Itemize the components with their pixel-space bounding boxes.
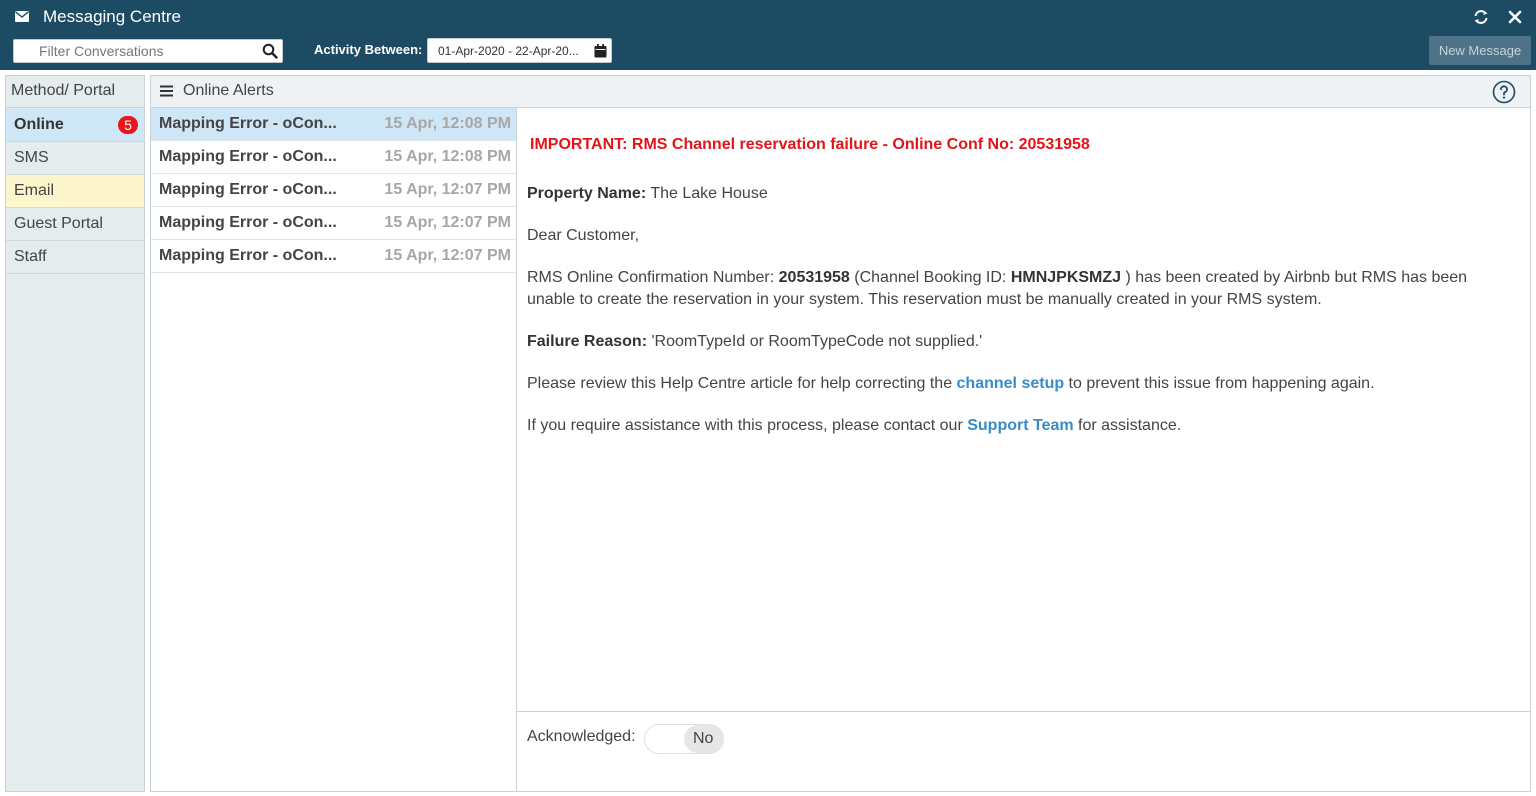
paragraph-text: Please review this Help Centre article f…	[527, 375, 957, 392]
sidebar-item-label: Online	[14, 116, 64, 133]
help-centre-paragraph: Please review this Help Centre article f…	[527, 373, 1517, 395]
envelope-icon	[15, 11, 29, 22]
acknowledged-label: Acknowledged:	[527, 728, 636, 745]
conversation-time: 15 Apr, 12:07 PM	[384, 214, 511, 231]
online-alerts-header: Online Alerts	[151, 76, 1530, 108]
conversation-time: 15 Apr, 12:07 PM	[384, 181, 511, 198]
property-name-line: Property Name: The Lake House	[527, 183, 1517, 205]
method-portal-header: Method/ Portal	[6, 76, 144, 108]
date-range-picker[interactable]: 01-Apr-2020 - 22-Apr-20...	[427, 38, 612, 63]
conversation-subject: Mapping Error - oCon...	[159, 214, 337, 231]
date-range-value: 01-Apr-2020 - 22-Apr-20...	[438, 44, 579, 58]
online-alerts-panel: Online Alerts Mapping Error - oCon... 15…	[150, 75, 1531, 792]
search-icon[interactable]	[262, 43, 278, 59]
support-paragraph: If you require assistance with this proc…	[527, 415, 1517, 437]
conversation-time: 15 Apr, 12:08 PM	[384, 148, 511, 165]
support-team-link[interactable]: Support Team	[967, 417, 1073, 434]
new-message-button[interactable]: New Message	[1429, 36, 1531, 65]
close-icon[interactable]	[1506, 8, 1524, 26]
acknowledged-toggle[interactable]: No	[644, 724, 724, 754]
message-footer: Acknowledged: No	[517, 711, 1530, 791]
conversation-item[interactable]: Mapping Error - oCon... 15 Apr, 12:07 PM	[151, 240, 516, 273]
sidebar-item-label: Staff	[14, 248, 47, 265]
property-name-label: Property Name:	[527, 185, 647, 202]
help-icon[interactable]	[1492, 80, 1516, 104]
conversation-subject: Mapping Error - oCon...	[159, 148, 337, 165]
sidebar-item-staff[interactable]: Staff	[6, 241, 144, 274]
conversation-list: Mapping Error - oCon... 15 Apr, 12:08 PM…	[151, 108, 517, 791]
greeting: Dear Customer,	[527, 227, 640, 244]
paragraph-text: to prevent this issue from happening aga…	[1064, 375, 1375, 392]
conversation-item[interactable]: Mapping Error - oCon... 15 Apr, 12:08 PM	[151, 141, 516, 174]
paragraph-text: (Channel Booking ID:	[849, 269, 1011, 286]
sidebar-item-online[interactable]: Online 5	[6, 109, 144, 142]
conversation-subject: Mapping Error - oCon...	[159, 115, 337, 132]
paragraph-text: If you require assistance with this proc…	[527, 417, 968, 434]
sidebar-item-label: SMS	[14, 149, 49, 166]
acknowledged-value: No	[693, 730, 714, 747]
failure-reason-line: Failure Reason: 'RoomTypeId or RoomTypeC…	[527, 331, 1517, 353]
sidebar-item-email[interactable]: Email	[6, 175, 144, 208]
top-bar: Messaging Centre Activity Between: 01-Ap…	[0, 0, 1536, 70]
conversation-subject: Mapping Error - oCon...	[159, 247, 337, 264]
alert-heading: IMPORTANT: RMS Channel reservation failu…	[530, 136, 1090, 153]
channel-booking-id: HMNJPKSMZJ	[1010, 269, 1122, 286]
failure-reason-label: Failure Reason:	[527, 333, 648, 350]
message-detail: IMPORTANT: RMS Channel reservation failu…	[517, 108, 1530, 791]
sidebar-item-label: Guest Portal	[14, 215, 103, 232]
failure-reason-value: 'RoomTypeId or RoomTypeCode not supplied…	[651, 333, 983, 350]
activity-between-label: Activity Between:	[314, 42, 423, 57]
sidebar-item-sms[interactable]: SMS	[6, 142, 144, 175]
confirmation-paragraph: RMS Online Confirmation Number: 20531958…	[527, 267, 1517, 311]
confirmation-number: 20531958	[778, 269, 850, 286]
paragraph-text: for assistance.	[1073, 417, 1182, 434]
sidebar-item-guest-portal[interactable]: Guest Portal	[6, 208, 144, 241]
menu-icon[interactable]	[160, 85, 173, 97]
property-name-value: The Lake House	[650, 185, 768, 202]
refresh-icon[interactable]	[1472, 8, 1490, 26]
title-row: Messaging Centre	[0, 0, 1536, 34]
conversation-time: 15 Apr, 12:07 PM	[384, 247, 511, 264]
unread-count-badge: 5	[118, 116, 138, 134]
conversation-item[interactable]: Mapping Error - oCon... 15 Apr, 12:07 PM	[151, 174, 516, 207]
method-portal-panel: Method/ Portal Online 5 SMS Email Guest …	[5, 75, 145, 792]
channel-setup-link[interactable]: channel setup	[957, 375, 1065, 392]
sidebar-item-label: Email	[14, 182, 55, 199]
filter-conversations[interactable]	[13, 39, 283, 63]
calendar-icon[interactable]	[594, 44, 607, 58]
conversation-item[interactable]: Mapping Error - oCon... 15 Apr, 12:07 PM	[151, 207, 516, 240]
conversation-time: 15 Apr, 12:08 PM	[384, 115, 511, 132]
filter-conversations-input[interactable]	[14, 40, 254, 62]
app-title: Messaging Centre	[43, 7, 181, 26]
conversation-item[interactable]: Mapping Error - oCon... 15 Apr, 12:08 PM	[151, 108, 516, 141]
conversation-subject: Mapping Error - oCon...	[159, 181, 337, 198]
panel-title: Online Alerts	[183, 82, 274, 99]
paragraph-text: RMS Online Confirmation Number:	[527, 269, 779, 286]
method-portal-title: Method/ Portal	[11, 82, 116, 99]
